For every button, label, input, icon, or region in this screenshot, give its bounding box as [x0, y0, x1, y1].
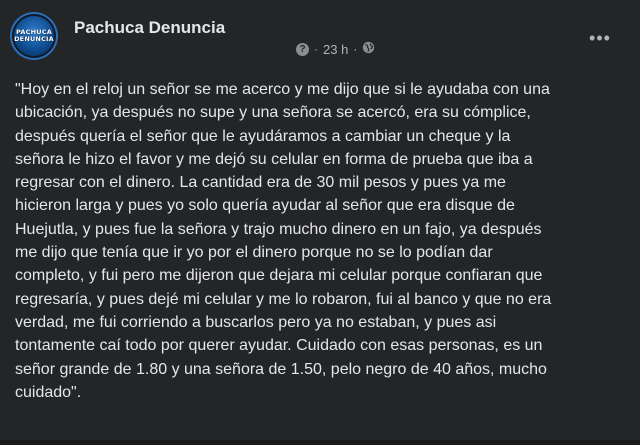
more-options-button[interactable]: •••	[582, 20, 618, 56]
avatar-logo: PACHUCA DENUNCIA	[14, 16, 54, 56]
card-bottom-gap	[0, 440, 640, 445]
page-avatar[interactable]: PACHUCA DENUNCIA	[10, 12, 58, 60]
meta-separator-2: ·	[353, 42, 358, 56]
help-icon[interactable]: ?	[296, 42, 309, 56]
avatar-logo-text: PACHUCA DENUNCIA	[14, 28, 54, 43]
post-header: PACHUCA DENUNCIA Pachuca Denuncia ? · 23…	[10, 10, 630, 60]
meta-separator: ·	[314, 42, 318, 56]
post-meta: ? · 23 h ·	[296, 41, 375, 57]
globe-icon[interactable]	[362, 41, 375, 57]
post-timestamp[interactable]: 23 h	[323, 42, 348, 57]
page-name-link[interactable]: Pachuca Denuncia	[74, 18, 225, 38]
post-card: PACHUCA DENUNCIA Pachuca Denuncia ? · 23…	[0, 0, 640, 440]
post-message: "Hoy en el reloj un señor se me acerco y…	[15, 81, 552, 401]
